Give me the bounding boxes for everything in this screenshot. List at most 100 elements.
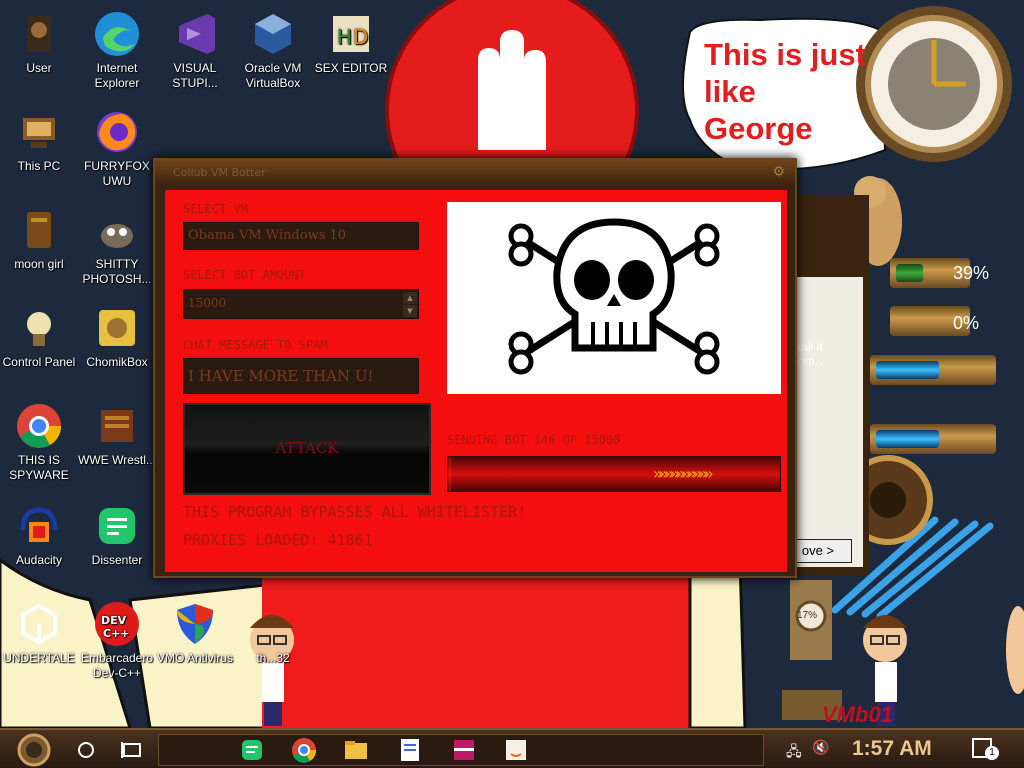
desktop-icon-label: Embarcadero Dev-C++ [80, 651, 154, 680]
background-window-content [797, 277, 863, 567]
proxies-loaded-text: PROXIES LOADED: 41861 [183, 531, 373, 549]
edge-icon [93, 10, 141, 58]
user-folder-icon [15, 10, 63, 58]
desktop-icon-label: Oracle VM VirtualBox [244, 61, 302, 90]
botter-body: SELECT VM Obama VM Windows 10 SELECT BOT… [165, 190, 787, 572]
control-panel-icon [15, 304, 63, 352]
stepper-down-icon[interactable]: ▼ [403, 305, 417, 317]
desktop-icon-label: VMO Antivirus [156, 651, 234, 665]
desktop-icon-label: Audacity [15, 553, 63, 567]
character-icon [249, 600, 297, 648]
desktop-icon-label: WWE Wrestl... [78, 453, 156, 467]
settings-gear-icon[interactable]: ⚙ [772, 164, 785, 180]
desktop-icon-label: THIS IS SPYWARE [9, 453, 69, 482]
desktop-icon-devcpp[interactable]: DEV C++ Embarcadero Dev-C++ [78, 600, 156, 681]
desktop-icon-undertale[interactable]: UNDERTALE [0, 600, 78, 666]
taskbar-clock[interactable]: 1:57 AM [852, 737, 932, 761]
desktop-icon-furryfox[interactable]: FURRYFOX UWU [78, 108, 156, 189]
stepper-up-icon[interactable]: ▲ [403, 292, 417, 304]
desktop-icon-moon-girl[interactable]: moon girl [0, 206, 78, 272]
background-window-text: tall it om. [798, 340, 823, 368]
unity-icon [15, 600, 63, 648]
progress-fill [448, 457, 452, 491]
volume-muted-icon[interactable]: 🔇 [812, 740, 829, 756]
window-titlebar[interactable]: Collub VM Botter ⚙ [155, 160, 795, 186]
chat-message-label: CHAT MESSAGE TO SPAM [183, 338, 328, 352]
select-vm-dropdown[interactable]: Obama VM Windows 10 [183, 222, 419, 250]
document-icon [15, 206, 63, 254]
attack-button[interactable]: ATTACK [183, 403, 431, 495]
desktop-icon-label: Control Panel [2, 355, 76, 369]
chat-message-input[interactable]: I HAVE MORE THAN U! [183, 358, 419, 394]
desktop-icon-sex-editor[interactable]: HD SEX EDITOR [312, 10, 390, 76]
cortana-search-icon[interactable] [72, 736, 100, 764]
spotify-icon[interactable] [238, 736, 266, 764]
audacity-icon [15, 502, 63, 550]
start-button[interactable] [14, 733, 54, 767]
desktop-icon-label: FURRYFOX UWU [84, 159, 150, 188]
hex-editor-icon: HD [327, 10, 375, 58]
wallpaper-watermark: VMb01 [822, 702, 893, 727]
wwe-icon [93, 402, 141, 450]
desktop-icon-label: User [26, 61, 52, 75]
bot-amount-value: 15000 [188, 296, 227, 310]
network-icon[interactable]: 🖧 [786, 741, 802, 765]
svg-text:C++: C++ [103, 627, 130, 640]
desktop-icon-chomikbox[interactable]: ChomikBox [78, 304, 156, 370]
desktop-icon-virtualbox[interactable]: Oracle VM VirtualBox [234, 10, 312, 91]
file-explorer-icon[interactable] [342, 736, 370, 764]
select-vm-label: SELECT VM [183, 202, 249, 216]
desktop-icon-internet-explorer[interactable]: Internet Explorer [78, 10, 156, 91]
shield-icon [171, 600, 219, 648]
bot-amount-stepper[interactable]: 15000 ▲ ▼ [183, 289, 419, 319]
desktop-icon-visual-studio[interactable]: VISUAL STUPI... [156, 10, 234, 91]
dock-percent-label: 17% [797, 610, 818, 621]
desktop-icon-label: VISUAL STUPI... [172, 61, 218, 90]
desktop-icon-label: SHITTY PHOTOSH... [82, 257, 152, 286]
progress-arrows: »»»»»»»»»» [653, 464, 713, 483]
desktop-icon-vmo-antivirus[interactable]: VMO Antivirus [156, 600, 234, 666]
chrome-icon [15, 402, 63, 450]
desktop-icon-chrome[interactable]: THIS IS SPYWARE [0, 402, 78, 483]
desktop-icon-label: This PC [17, 159, 61, 173]
gauge-memory-label: 0% [953, 313, 980, 333]
desktop-icon-audacity[interactable]: Audacity [0, 502, 78, 568]
gauge-disk [870, 355, 996, 385]
dissenter-icon [93, 502, 141, 550]
skull-crossbones-icon [508, 218, 720, 375]
desktop-icon-shitty-photoshop[interactable]: SHITTY PHOTOSH... [78, 206, 156, 287]
computer-icon [15, 108, 63, 156]
visual-studio-icon [171, 10, 219, 58]
svg-text:H: H [337, 25, 352, 49]
desktop-icon-wwe[interactable]: WWE Wrestl... [78, 402, 156, 468]
window-title: Collub VM Botter [173, 166, 266, 179]
desktop-icon-label: ChomikBox [86, 355, 148, 369]
wordpad-icon[interactable] [396, 736, 424, 764]
bypass-note: THIS PROGRAM BYPASSES ALL WHITELISTER! [183, 503, 527, 521]
skull-image [447, 202, 781, 394]
task-view-icon[interactable] [118, 736, 146, 764]
desktop-icon-label: UNDERTALE [3, 651, 75, 665]
chrome-icon[interactable] [290, 736, 318, 764]
bot-status-text: SENDING BOT 146 OF 15000 [447, 433, 621, 447]
desktop-icon-dissenter[interactable]: Dissenter [78, 502, 156, 568]
taskbar: 🖧 🔇 1:57 AM 1 [0, 728, 1024, 768]
botter-window[interactable]: Collub VM Botter ⚙ SELECT VM Obama VM Wi… [153, 158, 797, 578]
desktop-icon-this-pc[interactable]: This PC [0, 108, 78, 174]
devcpp-icon: DEV C++ [93, 600, 141, 648]
desktop-icon-user[interactable]: User [0, 10, 78, 76]
notification-count-badge: 1 [985, 746, 999, 760]
gauge-network [870, 424, 996, 454]
java-icon[interactable] [502, 736, 530, 764]
svg-text:D: D [353, 25, 368, 49]
desktop-icon-control-panel[interactable]: Control Panel [0, 304, 78, 370]
desktop-icon-label: SEX EDITOR [314, 61, 388, 75]
gauge-cpu-label: 39% [953, 263, 990, 283]
chomikbox-icon [93, 304, 141, 352]
desktop-icon-label: Internet Explorer [94, 61, 140, 90]
desktop-icon-label: moon girl [14, 257, 64, 271]
desktop-icon-hank[interactable]: th...32 [234, 600, 312, 666]
speech-bubble-text: This is just like George Orwell's 1984 [704, 37, 866, 150]
winrar-icon[interactable] [450, 736, 478, 764]
firefox-icon [93, 108, 141, 156]
